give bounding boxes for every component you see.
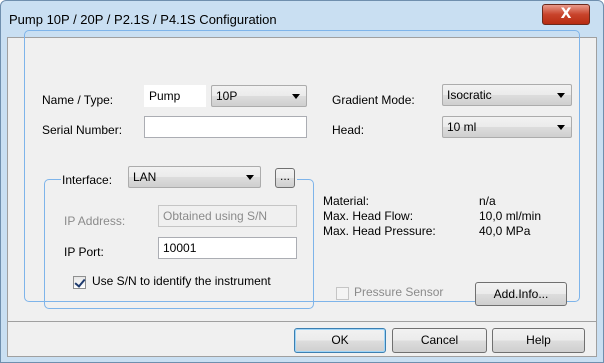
window-title: Pump 10P / 20P / P2.1S / P4.1S Configura…: [9, 12, 277, 27]
name-type-label: Name / Type:: [42, 93, 114, 107]
head-dropdown[interactable]: 10 ml: [442, 116, 572, 138]
ip-port-label: IP Port:: [64, 245, 104, 259]
material-value: n/a: [479, 194, 496, 208]
max-head-pressure-label: Max. Head Pressure:: [323, 224, 436, 238]
gradient-mode-label: Gradient Mode:: [332, 93, 415, 107]
ip-address-label: IP Address:: [64, 214, 126, 228]
close-button[interactable]: X: [542, 4, 590, 25]
gradient-mode-dropdown[interactable]: Isocratic: [442, 84, 572, 106]
ip-port-input[interactable]: 10001: [158, 237, 297, 259]
name-field[interactable]: Pump: [144, 85, 206, 107]
material-label: Material:: [323, 194, 370, 208]
interface-dropdown[interactable]: LAN: [128, 166, 261, 188]
chevron-down-icon: [557, 125, 565, 130]
pressure-sensor-checkbox[interactable]: [336, 287, 349, 300]
head-value: 10 ml: [447, 120, 477, 134]
interface-browse-button[interactable]: ...: [275, 168, 295, 188]
type-value: 10P: [216, 89, 238, 103]
gradient-mode-value: Isocratic: [447, 88, 492, 102]
cancel-button[interactable]: Cancel: [392, 328, 487, 353]
serial-number-input[interactable]: [144, 116, 307, 138]
add-info-button[interactable]: Add.Info...: [475, 282, 567, 306]
interface-value: LAN: [133, 170, 157, 184]
ip-address-input[interactable]: Obtained using S/N: [158, 205, 297, 227]
use-sn-checkbox[interactable]: [73, 276, 86, 289]
max-head-pressure-value: 40,0 MPa: [479, 224, 531, 238]
chevron-down-icon: [292, 94, 300, 99]
chevron-down-icon: [557, 93, 565, 98]
close-icon: X: [560, 6, 572, 22]
config-dialog: Pump 10P / 20P / P2.1S / P4.1S Configura…: [0, 0, 604, 363]
max-head-flow-label: Max. Head Flow:: [323, 209, 414, 223]
interface-label: Interface:: [62, 173, 113, 187]
serial-number-label: Serial Number:: [42, 123, 123, 137]
chevron-down-icon: [246, 175, 254, 180]
pressure-sensor-label: Pressure Sensor: [354, 285, 444, 299]
use-sn-label[interactable]: Use S/N to identify the instrument: [92, 274, 271, 288]
head-label: Head:: [332, 123, 365, 137]
max-head-flow-value: 10,0 ml/min: [479, 209, 542, 223]
ok-button[interactable]: OK: [294, 328, 386, 353]
type-dropdown[interactable]: 10P: [211, 85, 307, 107]
help-button[interactable]: Help: [492, 328, 585, 353]
